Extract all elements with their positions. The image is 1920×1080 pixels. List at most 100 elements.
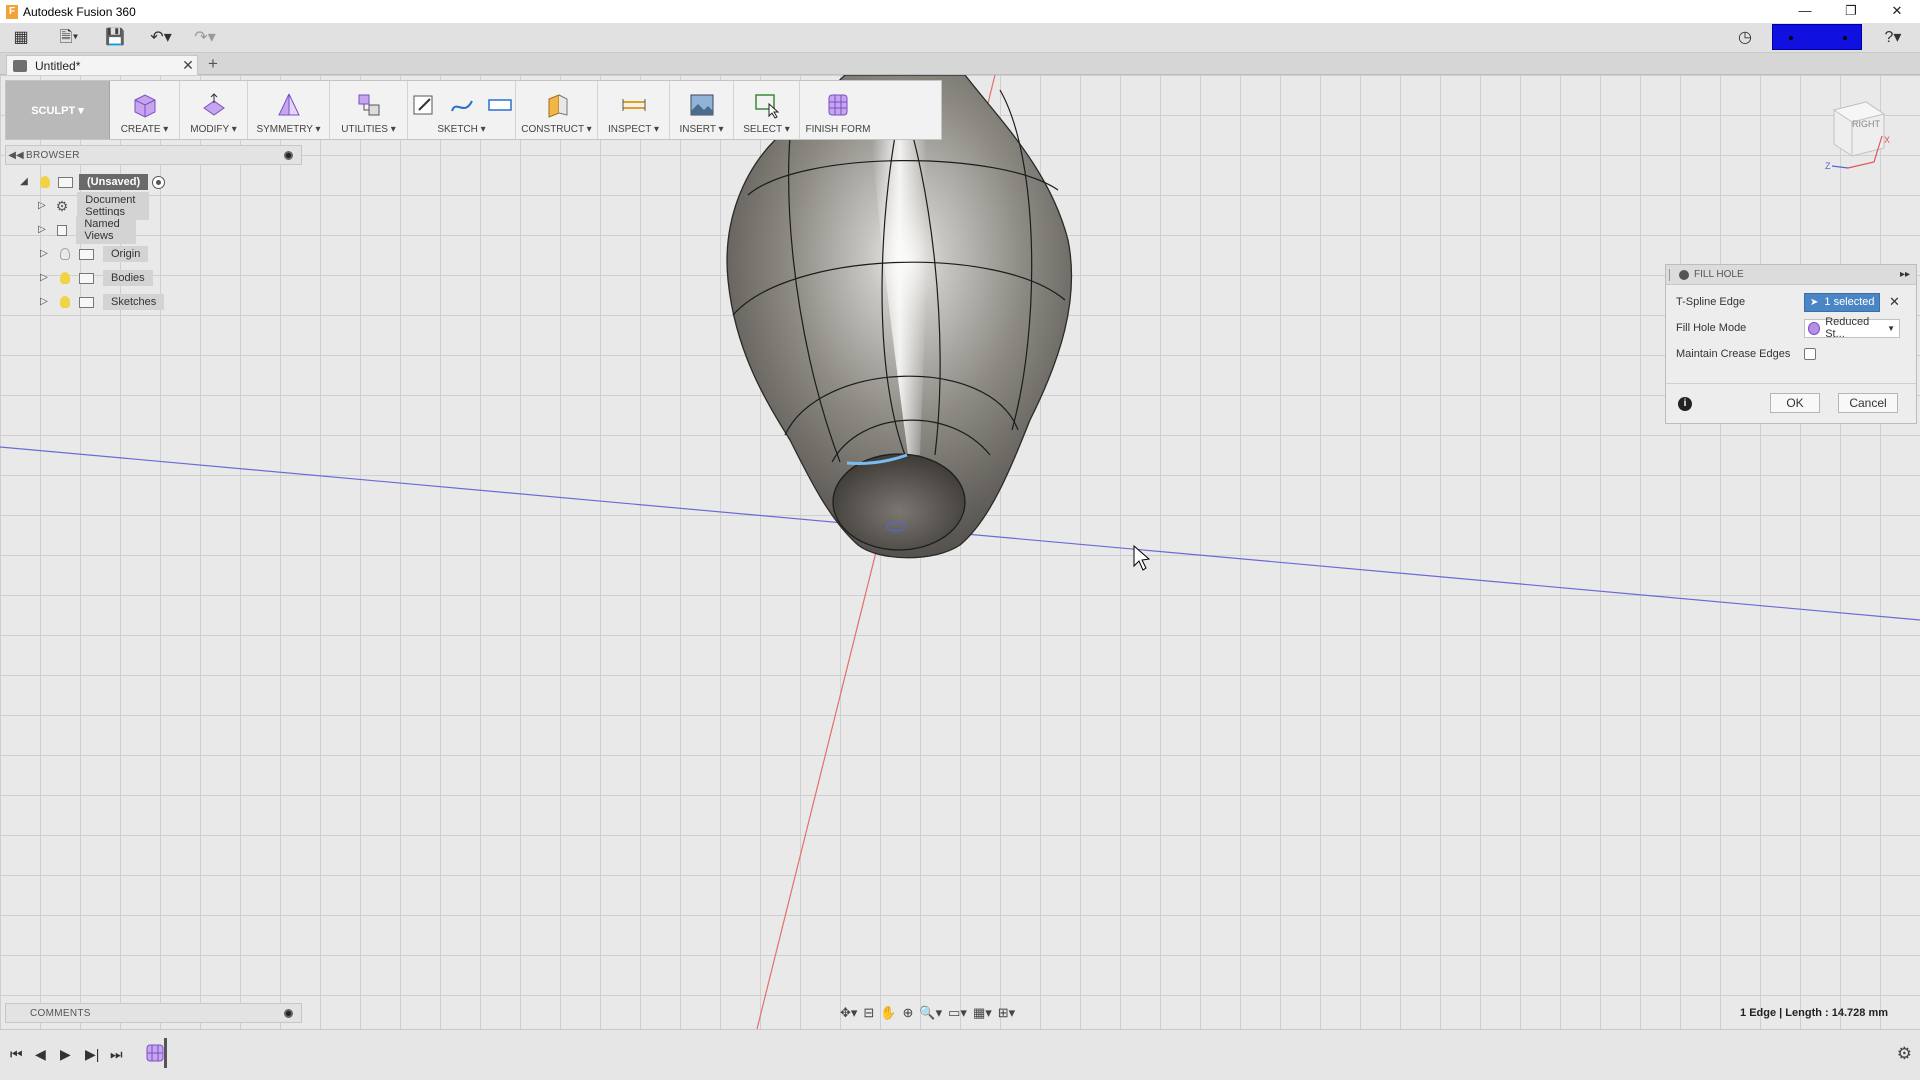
- step-forward-icon[interactable]: ▶|: [85, 1046, 99, 1063]
- workspace-switcher[interactable]: SCULPT ▾: [6, 81, 110, 139]
- expand-arrow-icon[interactable]: ▷: [38, 296, 50, 308]
- zoom-icon[interactable]: ⊕: [903, 1005, 914, 1021]
- ok-button[interactable]: OK: [1770, 393, 1820, 413]
- orbit-icon[interactable]: ✥▾: [840, 1005, 857, 1021]
- browser-item-named-views[interactable]: ▷ Named Views: [38, 216, 137, 244]
- symmetry-group[interactable]: SYMMETRY ▾: [248, 81, 330, 139]
- dialog-header[interactable]: FILL HOLE ▸▸: [1666, 265, 1916, 285]
- browser-item-origin[interactable]: ▷ Origin: [38, 244, 149, 264]
- comments-panel-header[interactable]: COMMENTS: [5, 1003, 302, 1023]
- pan-hand-icon[interactable]: ✋: [880, 1005, 896, 1021]
- minimize-button[interactable]: —: [1782, 0, 1828, 23]
- file-menu-icon[interactable]: 🗎▾: [52, 27, 86, 49]
- browser-item-sketches[interactable]: ▷ Sketches: [38, 292, 165, 312]
- tspline-edge-selection[interactable]: ➤ 1 selected: [1804, 292, 1880, 312]
- construct-group[interactable]: CONSTRUCT ▾: [516, 81, 598, 139]
- redo-icon[interactable]: ↷▾: [188, 27, 222, 49]
- expand-arrow-icon[interactable]: ▷: [38, 248, 50, 260]
- sketch-group[interactable]: SKETCH ▾: [408, 81, 516, 139]
- document-tab[interactable]: Untitled* ✕: [6, 55, 198, 75]
- play-icon[interactable]: ▶: [60, 1046, 71, 1063]
- symmetry-icon[interactable]: [275, 91, 303, 119]
- window-controls: — ❐ ✕: [1782, 0, 1920, 23]
- step-back-icon[interactable]: ◀: [35, 1046, 46, 1063]
- sketch-rectangle-icon[interactable]: [486, 91, 514, 119]
- pin-icon[interactable]: [284, 1008, 293, 1018]
- fill-hole-mode-value: Reduced St...: [1825, 316, 1870, 340]
- browser-item-document-settings[interactable]: ▷ ⚙ Document Settings: [38, 192, 150, 220]
- user-account-button[interactable]: [1772, 24, 1862, 50]
- modify-edit-form-icon[interactable]: [200, 91, 228, 119]
- sketch-spline-icon[interactable]: [448, 91, 476, 119]
- close-tab-icon[interactable]: ✕: [179, 57, 197, 74]
- finish-form-group[interactable]: FINISH FORM: [800, 81, 876, 139]
- inspect-group[interactable]: INSPECT ▾: [598, 81, 670, 139]
- save-icon[interactable]: 💾: [104, 27, 126, 49]
- maintain-crease-checkbox[interactable]: [1804, 348, 1816, 360]
- close-window-button[interactable]: ✕: [1874, 0, 1920, 23]
- look-at-icon[interactable]: ⊟: [863, 1005, 874, 1021]
- job-status-clock-icon[interactable]: ◷: [1734, 27, 1756, 49]
- select-arrow-icon[interactable]: [753, 91, 781, 119]
- selection-count: 1 selected: [1824, 296, 1875, 308]
- expand-arrow-icon[interactable]: ▷: [38, 272, 50, 284]
- fill-hole-mode-dropdown[interactable]: Reduced St... ▼: [1804, 316, 1900, 340]
- visibility-bulb-off-icon[interactable]: [60, 248, 70, 260]
- data-panel-grid-icon[interactable]: ▦: [10, 27, 32, 49]
- browser-panel-header[interactable]: ◀◀ BROWSER: [5, 145, 302, 165]
- clear-selection-icon[interactable]: ✕: [1889, 294, 1900, 310]
- pin-icon[interactable]: [284, 150, 293, 160]
- folder-icon: [79, 296, 94, 308]
- utilities-label: UTILITIES ▾: [341, 124, 396, 135]
- fit-zoom-icon[interactable]: 🔍▾: [919, 1005, 942, 1021]
- visibility-bulb-icon[interactable]: [40, 176, 50, 188]
- root-component-label: (Unsaved): [79, 174, 149, 190]
- toolbar-ribbon: SCULPT ▾ CREATE ▾ MODIFY ▾ SYMMETRY ▾ UT…: [5, 80, 942, 140]
- select-group[interactable]: SELECT ▾: [734, 81, 800, 139]
- modify-group[interactable]: MODIFY ▾: [180, 81, 248, 139]
- help-icon[interactable]: ?▾: [1876, 27, 1910, 49]
- expand-dialog-icon[interactable]: ▸▸: [1900, 269, 1916, 280]
- insert-image-icon[interactable]: [688, 91, 716, 119]
- undo-icon[interactable]: ↶▾: [144, 27, 178, 49]
- symmetry-label: SYMMETRY ▾: [256, 124, 321, 135]
- visibility-bulb-icon[interactable]: [60, 272, 70, 284]
- viewports-icon[interactable]: ⊞▾: [998, 1005, 1015, 1021]
- timeline-bar: ⏮ ◀ ▶ ▶| ⏭ ⚙: [0, 1029, 1920, 1080]
- new-tab-plus-icon[interactable]: +: [204, 54, 222, 74]
- expand-root-icon[interactable]: ◢: [18, 176, 30, 188]
- insert-group[interactable]: INSERT ▾: [670, 81, 734, 139]
- activate-component-icon[interactable]: [152, 175, 166, 189]
- maintain-crease-label: Maintain Crease Edges: [1676, 348, 1791, 360]
- display-settings-icon[interactable]: ▭▾: [948, 1005, 967, 1021]
- create-group[interactable]: CREATE ▾: [110, 81, 180, 139]
- create-box-icon[interactable]: [131, 91, 159, 119]
- model-viewport[interactable]: [0, 75, 1920, 1029]
- info-icon[interactable]: i: [1678, 397, 1692, 411]
- timeline-settings-gear-icon[interactable]: ⚙: [1897, 1044, 1912, 1064]
- utilities-icon[interactable]: [355, 91, 383, 119]
- inspect-measure-icon[interactable]: [620, 91, 648, 119]
- browser-item-bodies[interactable]: ▷ Bodies: [38, 268, 153, 288]
- expand-arrow-icon[interactable]: ▷: [38, 200, 46, 212]
- utilities-group[interactable]: UTILITIES ▾: [330, 81, 408, 139]
- design-canvas[interactable]: [0, 75, 1920, 1029]
- timeline-form-feature-icon[interactable]: [145, 1042, 165, 1064]
- dialog-grip[interactable]: [1669, 268, 1677, 281]
- select-label: SELECT ▾: [743, 124, 790, 135]
- collapse-browser-icon[interactable]: ◀◀: [6, 150, 26, 161]
- view-cube[interactable]: RIGHT Z X: [1822, 96, 1892, 176]
- create-sketch-icon[interactable]: [410, 91, 438, 119]
- construct-plane-icon[interactable]: [543, 91, 571, 119]
- timeline-marker[interactable]: [164, 1038, 167, 1068]
- bottom-face[interactable]: [832, 453, 966, 551]
- visibility-bulb-icon[interactable]: [60, 296, 70, 308]
- go-to-end-icon[interactable]: ⏭: [110, 1046, 123, 1063]
- finish-form-icon[interactable]: [824, 91, 852, 119]
- grid-settings-icon[interactable]: ▦▾: [973, 1005, 992, 1021]
- restore-button[interactable]: ❐: [1828, 0, 1874, 23]
- expand-arrow-icon[interactable]: ▷: [38, 224, 46, 236]
- go-to-start-icon[interactable]: ⏮: [10, 1046, 23, 1063]
- cancel-button[interactable]: Cancel: [1838, 393, 1898, 413]
- browser-root-node[interactable]: ◢ (Unsaved): [18, 172, 166, 192]
